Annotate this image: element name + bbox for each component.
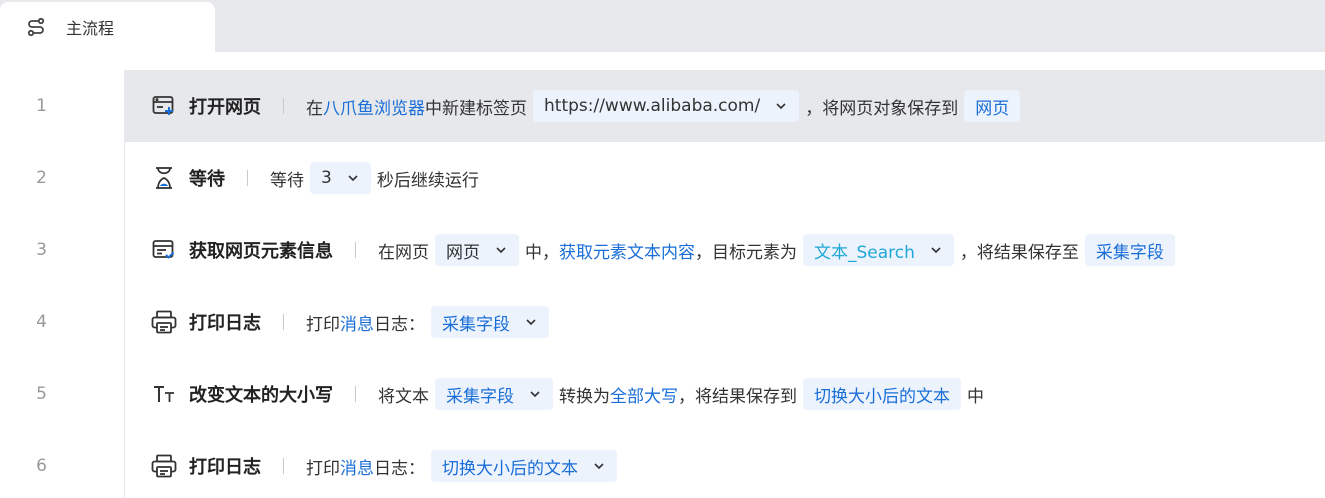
divider xyxy=(283,314,284,330)
step-text: 等待 xyxy=(270,170,304,191)
line-number: 2 xyxy=(36,168,47,188)
chevron-down-icon xyxy=(494,243,508,257)
text-case-icon xyxy=(151,381,177,407)
step-text: ，将结果保存到 xyxy=(678,386,797,407)
step-title: 获取网页元素信息 xyxy=(189,241,333,262)
step-text: 秒后继续运行 xyxy=(376,170,479,191)
step-text: 中新建标签页 xyxy=(425,98,527,119)
flow-icon xyxy=(26,17,46,37)
step-title: 等待 xyxy=(189,169,225,190)
step-text: ，目标元素为 xyxy=(695,242,797,263)
step-row-print-log[interactable]: 4 打印日志 打印 消息 日志： 采集字段 xyxy=(36,286,1325,358)
log-value: 切换大小后的文本 xyxy=(442,458,578,479)
step-text: 在 xyxy=(306,98,323,119)
divider xyxy=(247,170,248,186)
printer-icon xyxy=(151,453,177,479)
divider xyxy=(283,458,284,474)
printer-icon xyxy=(151,309,177,335)
page-value: 网页 xyxy=(446,242,480,263)
log-level-link[interactable]: 消息 xyxy=(340,454,374,479)
flow-editor: 1 打开网页 在 八爪鱼浏览器 中新建标签页 https://www.aliba… xyxy=(0,52,1325,498)
step-text: 将文本 xyxy=(378,386,429,407)
step-title: 打开网页 xyxy=(189,97,261,118)
output-variable[interactable]: 网页 xyxy=(964,90,1021,122)
step-text: 中 xyxy=(967,386,984,407)
step-text: ，将结果保存至 xyxy=(959,242,1079,263)
hourglass-icon xyxy=(151,165,177,191)
chevron-down-icon xyxy=(774,99,788,113)
chevron-down-icon xyxy=(524,315,538,329)
output-variable[interactable]: 切换大小后的文本 xyxy=(803,378,961,410)
chevron-down-icon xyxy=(592,459,606,473)
output-variable[interactable]: 采集字段 xyxy=(1084,234,1175,266)
step-row-change-case[interactable]: 5 改变文本的大小写 将文本 采集字段 转换为 全部大写 ，将结果保存到 切换大… xyxy=(36,358,1325,430)
case-mode-link[interactable]: 全部大写 xyxy=(610,382,678,407)
step-row-get-element-info[interactable]: 3 获取网页元素信息 在网页 网页 中， 获取元素文本内容 ，目标元素为 文本_… xyxy=(36,214,1325,286)
step-text: 日志： xyxy=(374,314,425,335)
step-title: 打印日志 xyxy=(189,457,261,478)
chevron-down-icon xyxy=(346,171,360,185)
source-text-select[interactable]: 采集字段 xyxy=(435,378,553,410)
chevron-down-icon xyxy=(929,243,943,257)
tab-label: 主流程 xyxy=(66,19,115,38)
log-level-link[interactable]: 消息 xyxy=(340,310,374,335)
step-text: ，将网页对象保存到 xyxy=(805,98,959,119)
step-text: 日志： xyxy=(374,458,425,479)
url-select[interactable]: https://www.alibaba.com/ xyxy=(533,90,800,122)
step-text: 打印 xyxy=(306,314,340,335)
divider xyxy=(355,386,356,402)
line-gutter xyxy=(0,52,124,498)
log-value-select[interactable]: 采集字段 xyxy=(431,306,549,338)
seconds-value: 3 xyxy=(321,168,332,188)
step-row-wait[interactable]: 2 等待 等待 3 秒后继续运行 xyxy=(36,142,1325,214)
step-text: 在网页 xyxy=(378,242,429,263)
seconds-select[interactable]: 3 xyxy=(310,162,371,194)
step-text: 打印 xyxy=(306,458,340,479)
page-select[interactable]: 网页 xyxy=(435,234,519,266)
step-text: 转换为 xyxy=(559,386,610,407)
log-value: 采集字段 xyxy=(442,314,510,335)
action-link[interactable]: 获取元素文本内容 xyxy=(559,238,695,263)
element-value: 文本_Search xyxy=(814,242,915,263)
divider xyxy=(283,98,284,114)
url-value: https://www.alibaba.com/ xyxy=(544,96,761,116)
tab-main-flow[interactable]: 主流程 xyxy=(0,2,215,52)
step-list: 1 打开网页 在 八爪鱼浏览器 中新建标签页 https://www.aliba… xyxy=(36,70,1325,498)
webpage-info-icon xyxy=(151,237,177,263)
chevron-down-icon xyxy=(528,387,542,401)
open-webpage-icon xyxy=(151,93,177,119)
line-number: 6 xyxy=(36,456,47,476)
log-value-select[interactable]: 切换大小后的文本 xyxy=(431,450,617,482)
line-number: 3 xyxy=(36,240,47,260)
line-number: 5 xyxy=(36,384,47,404)
step-title: 改变文本的大小写 xyxy=(189,385,333,406)
step-row-open-webpage[interactable]: 1 打开网页 在 八爪鱼浏览器 中新建标签页 https://www.aliba… xyxy=(36,70,1325,142)
step-title: 打印日志 xyxy=(189,313,261,334)
step-row-print-log[interactable]: 6 打印日志 打印 消息 日志： 切换大小后的文本 xyxy=(36,430,1325,498)
browser-link[interactable]: 八爪鱼浏览器 xyxy=(323,94,425,119)
tab-bar: 主流程 xyxy=(0,0,1325,52)
step-text: 中， xyxy=(525,242,559,263)
line-number: 4 xyxy=(36,312,47,332)
line-number: 1 xyxy=(36,96,47,116)
source-value: 采集字段 xyxy=(446,386,514,407)
target-element-select[interactable]: 文本_Search xyxy=(803,234,954,266)
divider xyxy=(355,242,356,258)
